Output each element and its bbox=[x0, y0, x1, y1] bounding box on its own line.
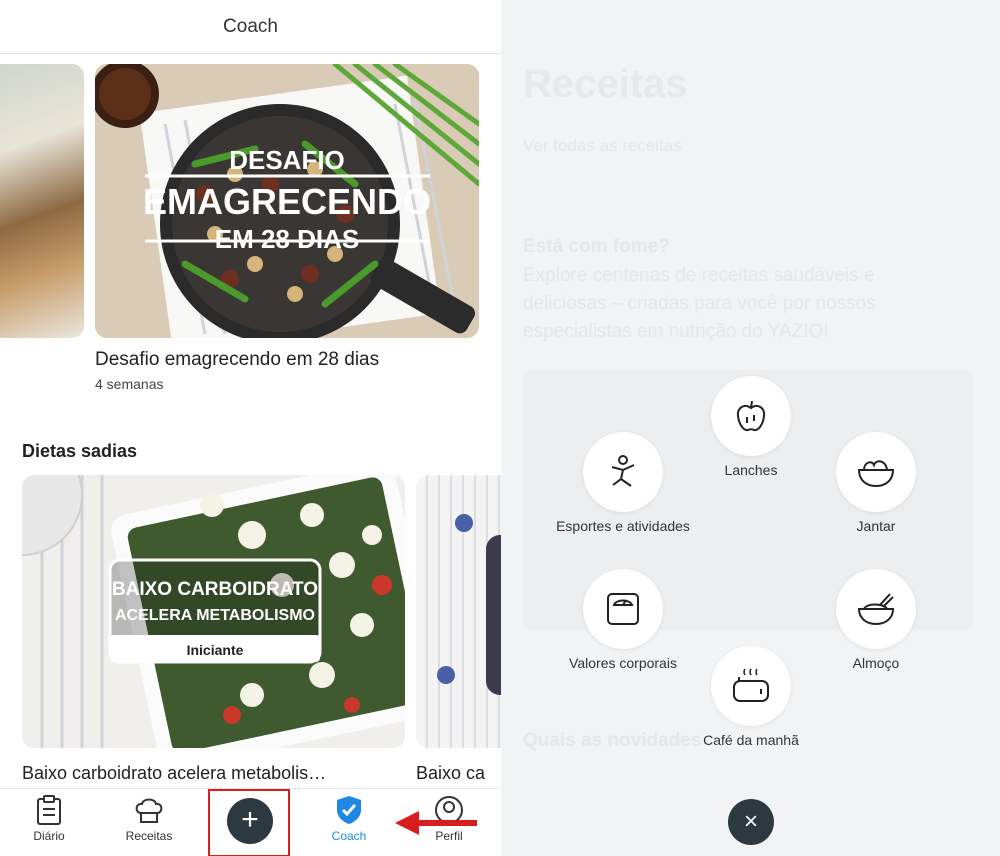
page-title: Coach bbox=[223, 15, 278, 37]
label-lanches: Lanches bbox=[724, 462, 778, 478]
running-figure-icon bbox=[611, 455, 635, 487]
label-almoco: Almoço bbox=[852, 655, 900, 671]
next-diet-photo bbox=[437, 514, 501, 695]
section-heading: Dietas sadias bbox=[22, 441, 138, 461]
valores-circle bbox=[583, 569, 663, 649]
nav-label-receitas: Receitas bbox=[125, 829, 173, 843]
menu-esportes[interactable] bbox=[583, 432, 663, 512]
close-menu-button[interactable]: × bbox=[728, 799, 774, 845]
faded-paragraph: Explore centenas de receitas saudáveis e… bbox=[523, 265, 876, 342]
coach-screen: Coach DESAFIO EMAGRECENDO EM 28 DIAS Des… bbox=[0, 0, 501, 856]
desafio-food-photo: DESAFIO EMAGRECENDO EM 28 DIAS bbox=[95, 64, 479, 338]
menu-lanches[interactable] bbox=[711, 376, 791, 456]
nav-label-coach: Coach bbox=[331, 829, 367, 843]
label-cafe: Café da manhã bbox=[703, 732, 799, 748]
sandwich-plan-image[interactable] bbox=[0, 64, 84, 338]
diet-title-next[interactable]: Baixo ca bbox=[416, 763, 485, 784]
esportes-circle bbox=[583, 432, 663, 512]
lanches-circle bbox=[711, 376, 791, 456]
difficulty-badge: Iniciante bbox=[187, 642, 244, 658]
nav-receitas[interactable]: Receitas bbox=[109, 795, 189, 843]
desafio-line-1: DESAFIO bbox=[229, 145, 345, 175]
baixo-line-2: ACELERA METABOLISMO bbox=[115, 607, 315, 624]
baixo-carb-food-photo: BAIXO CARBOIDRATO ACELERA METABOLISMO In… bbox=[22, 475, 405, 748]
next-diet-image[interactable] bbox=[416, 475, 501, 748]
clipboard-icon bbox=[37, 795, 61, 825]
faded-subtitle: Ver todas as receitas bbox=[523, 136, 682, 155]
rice-bowl-icon bbox=[857, 593, 895, 626]
desafio-line-2: EMAGRECENDO bbox=[143, 181, 431, 222]
faded-title: Receitas bbox=[523, 62, 688, 106]
menu-jantar[interactable] bbox=[836, 432, 916, 512]
chef-hat-icon bbox=[135, 798, 163, 823]
add-button[interactable]: + bbox=[227, 798, 273, 844]
nav-label-diario: Diário bbox=[33, 829, 65, 843]
add-button-highlight: + bbox=[208, 789, 290, 856]
faded-lower-heading: Quais as novidades bbox=[523, 730, 702, 751]
baixo-line-1: BAIXO CARBOIDRATO bbox=[112, 579, 318, 600]
plan-title[interactable]: Desafio emagrecendo em 28 dias bbox=[95, 349, 379, 371]
baixo-carb-diet-image[interactable]: BAIXO CARBOIDRATO ACELERA METABOLISMO In… bbox=[22, 475, 405, 748]
jantar-circle bbox=[836, 432, 916, 512]
label-jantar: Jantar bbox=[856, 518, 896, 534]
top-bar: Coach bbox=[0, 0, 501, 54]
red-arrow-annotation-icon bbox=[395, 811, 477, 835]
scale-icon bbox=[607, 593, 639, 625]
apple-icon bbox=[736, 400, 766, 432]
shield-check-icon bbox=[337, 796, 361, 824]
diet-title[interactable]: Baixo carboidrato acelera metabolis… bbox=[22, 763, 394, 784]
label-esportes: Esportes e atividades bbox=[556, 518, 690, 534]
desafio-line-3: EM 28 DIAS bbox=[215, 224, 360, 254]
desafio-plan-image[interactable]: DESAFIO EMAGRECENDO EM 28 DIAS bbox=[95, 64, 479, 338]
menu-cafe[interactable] bbox=[711, 646, 791, 726]
nav-coach[interactable]: Coach bbox=[309, 795, 389, 843]
salad-bowl-icon bbox=[857, 460, 895, 488]
cafe-circle bbox=[711, 646, 791, 726]
plan-duration: 4 semanas bbox=[95, 376, 164, 392]
menu-almoco[interactable] bbox=[836, 569, 916, 649]
toaster-icon bbox=[733, 668, 769, 702]
menu-valores[interactable] bbox=[583, 569, 663, 649]
faded-heading: Está com fome? bbox=[523, 236, 670, 257]
nav-diario[interactable]: Diário bbox=[9, 795, 89, 843]
almoco-circle bbox=[836, 569, 916, 649]
label-valores: Valores corporais bbox=[569, 655, 677, 671]
